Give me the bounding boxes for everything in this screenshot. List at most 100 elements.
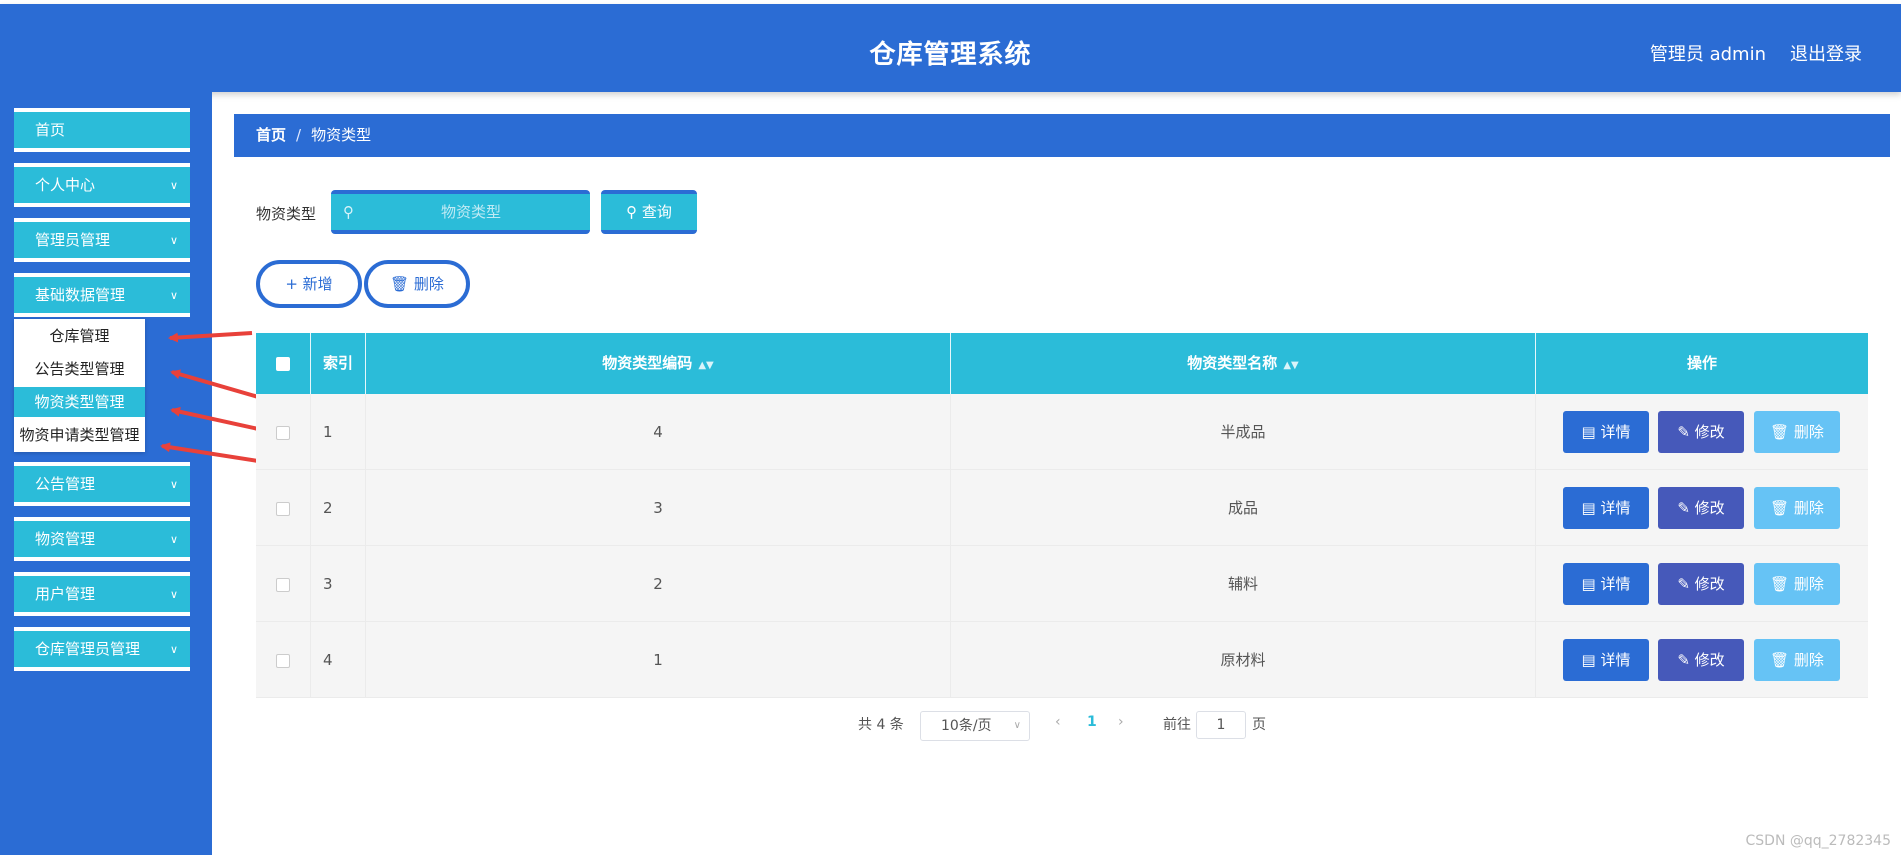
delete-button[interactable]: 🗑 删除 bbox=[1754, 639, 1840, 681]
sidebar-item-warehouse-admin-management[interactable]: 仓库管理员管理 ∨ bbox=[14, 627, 190, 671]
page-number-current[interactable]: 1 bbox=[1087, 714, 1097, 730]
row-checkbox[interactable] bbox=[276, 577, 290, 592]
cell-name: 辅料 bbox=[951, 546, 1536, 622]
basic-data-submenu: 仓库管理 公告类型管理 物资类型管理 物资申请类型管理 bbox=[14, 319, 145, 452]
cell-name: 原材料 bbox=[951, 622, 1536, 698]
search-label: 物资类型 bbox=[256, 205, 317, 223]
select-all-checkbox[interactable] bbox=[276, 356, 290, 371]
edit-button[interactable]: ✎ 修改 bbox=[1658, 487, 1744, 529]
detail-button-label: 详情 bbox=[1600, 423, 1631, 441]
cell-name: 成品 bbox=[951, 470, 1536, 546]
row-checkbox[interactable] bbox=[276, 653, 290, 668]
edit-button[interactable]: ✎ 修改 bbox=[1658, 639, 1744, 681]
pencil-icon: ✎ bbox=[1677, 575, 1690, 593]
goto-page-input[interactable]: 1 bbox=[1196, 711, 1246, 739]
submenu-item-material-type[interactable]: 物资类型管理 bbox=[14, 387, 145, 417]
cell-code: 3 bbox=[366, 470, 951, 546]
submenu-item-warehouse[interactable]: 仓库管理 bbox=[14, 321, 145, 351]
sidebar-item-home[interactable]: 首页 bbox=[14, 108, 190, 152]
logout-link[interactable]: 退出登录 bbox=[1790, 40, 1862, 66]
chevron-down-icon: ∨ bbox=[169, 533, 178, 546]
edit-button-label: 修改 bbox=[1694, 499, 1725, 517]
detail-button[interactable]: ▤ 详情 bbox=[1563, 411, 1649, 453]
delete-button[interactable]: 🗑 删除 bbox=[1754, 563, 1840, 605]
cell-index: 1 bbox=[311, 394, 366, 470]
chevron-down-icon: ∨ bbox=[169, 478, 178, 491]
column-header-actions: 操作 bbox=[1536, 333, 1868, 394]
next-page-button[interactable]: › bbox=[1118, 714, 1124, 730]
cell-index: 4 bbox=[311, 622, 366, 698]
sidebar-item-label: 基础数据管理 bbox=[35, 286, 126, 304]
edit-button-label: 修改 bbox=[1694, 651, 1725, 669]
edit-button-label: 修改 bbox=[1694, 575, 1725, 593]
breadcrumb-home[interactable]: 首页 bbox=[256, 126, 286, 144]
query-button[interactable]: ⚲ 查询 bbox=[601, 190, 697, 234]
batch-delete-button[interactable]: 🗑 删除 bbox=[364, 260, 470, 308]
app-title: 仓库管理系统 bbox=[869, 40, 1032, 70]
row-checkbox-cell bbox=[256, 622, 311, 698]
delete-button[interactable]: 🗑 删除 bbox=[1754, 487, 1840, 529]
sort-icon[interactable]: ▲▼ bbox=[1283, 360, 1298, 371]
trash-icon: 🗑 bbox=[390, 275, 410, 293]
search-field[interactable]: ⚲ bbox=[331, 190, 590, 234]
column-header-index: 索引 bbox=[311, 333, 366, 394]
row-checkbox[interactable] bbox=[276, 501, 290, 516]
pencil-icon: ✎ bbox=[1677, 423, 1690, 441]
pagination: 共 4 条 10条/页 ∨ ‹ 1 › 前往 1 页 bbox=[0, 711, 1901, 741]
top-header: 仓库管理系统 管理员 admin 退出登录 bbox=[0, 4, 1901, 92]
edit-button-label: 修改 bbox=[1694, 423, 1725, 441]
page-unit-label: 页 bbox=[1252, 717, 1266, 733]
cell-code: 1 bbox=[366, 622, 951, 698]
prev-page-button[interactable]: ‹ bbox=[1055, 714, 1061, 730]
sidebar-item-user-management[interactable]: 用户管理 ∨ bbox=[14, 572, 190, 616]
sidebar-item-label: 仓库管理员管理 bbox=[35, 640, 141, 658]
sidebar-item-notice-management[interactable]: 公告管理 ∨ bbox=[14, 462, 190, 506]
submenu-item-material-request-type[interactable]: 物资申请类型管理 bbox=[14, 420, 145, 450]
table-row: 4 1 原材料 ▤ 详情 ✎ 修改 🗑 删除 bbox=[256, 622, 1868, 698]
cell-actions: ▤ 详情 ✎ 修改 🗑 删除 bbox=[1536, 546, 1868, 622]
watermark: CSDN @qq_2782345 bbox=[1745, 833, 1892, 849]
chevron-down-icon: ∨ bbox=[169, 234, 178, 247]
detail-button[interactable]: ▤ 详情 bbox=[1563, 563, 1649, 605]
submenu-item-notice-type[interactable]: 公告类型管理 bbox=[14, 354, 145, 384]
plus-icon: + bbox=[285, 275, 298, 293]
breadcrumb-current: 物资类型 bbox=[311, 126, 372, 144]
add-button[interactable]: + 新增 bbox=[256, 260, 362, 308]
document-icon: ▤ bbox=[1581, 651, 1596, 669]
sidebar-item-material-management[interactable]: 物资管理 ∨ bbox=[14, 517, 190, 561]
column-header-name[interactable]: 物资类型名称 ▲▼ bbox=[951, 333, 1536, 394]
edit-button[interactable]: ✎ 修改 bbox=[1658, 411, 1744, 453]
cell-index: 3 bbox=[311, 546, 366, 622]
table-header: 索引 物资类型编码 ▲▼ 物资类型名称 ▲▼ 操作 bbox=[256, 333, 1868, 394]
pagination-total: 共 4 条 bbox=[858, 717, 904, 733]
table-row: 1 4 半成品 ▤ 详情 ✎ 修改 🗑 删除 bbox=[256, 394, 1868, 470]
trash-icon: 🗑 bbox=[1770, 651, 1790, 669]
page-size-select[interactable]: 10条/页 ∨ bbox=[920, 711, 1030, 741]
column-header-code[interactable]: 物资类型编码 ▲▼ bbox=[366, 333, 951, 394]
detail-button-label: 详情 bbox=[1600, 575, 1631, 593]
batch-delete-label: 删除 bbox=[413, 275, 444, 293]
sidebar-item-label: 用户管理 bbox=[35, 585, 96, 603]
edit-button[interactable]: ✎ 修改 bbox=[1658, 563, 1744, 605]
sidebar-item-personal-center[interactable]: 个人中心 ∨ bbox=[14, 163, 190, 207]
add-button-label: 新增 bbox=[302, 275, 333, 293]
sidebar-item-admin-management[interactable]: 管理员管理 ∨ bbox=[14, 218, 190, 262]
cell-name: 半成品 bbox=[951, 394, 1536, 470]
breadcrumb-separator: / bbox=[296, 126, 302, 144]
detail-button[interactable]: ▤ 详情 bbox=[1563, 639, 1649, 681]
row-checkbox[interactable] bbox=[276, 425, 290, 440]
cell-actions: ▤ 详情 ✎ 修改 🗑 删除 bbox=[1536, 622, 1868, 698]
delete-button[interactable]: 🗑 删除 bbox=[1754, 411, 1840, 453]
chevron-down-icon: ∨ bbox=[169, 643, 178, 656]
query-button-label: 查询 bbox=[641, 203, 672, 221]
column-header-label: 物资类型编码 bbox=[602, 354, 693, 372]
sidebar-item-basic-data-management[interactable]: 基础数据管理 ∨ bbox=[14, 273, 190, 317]
detail-button[interactable]: ▤ 详情 bbox=[1563, 487, 1649, 529]
search-input[interactable] bbox=[361, 198, 581, 226]
sidebar-item-label: 物资管理 bbox=[35, 530, 96, 548]
goto-label: 前往 bbox=[1163, 717, 1191, 733]
column-header-label: 操作 bbox=[1686, 354, 1717, 372]
search-icon: ⚲ bbox=[343, 203, 354, 221]
sort-icon[interactable]: ▲▼ bbox=[698, 360, 713, 371]
row-checkbox-cell bbox=[256, 546, 311, 622]
